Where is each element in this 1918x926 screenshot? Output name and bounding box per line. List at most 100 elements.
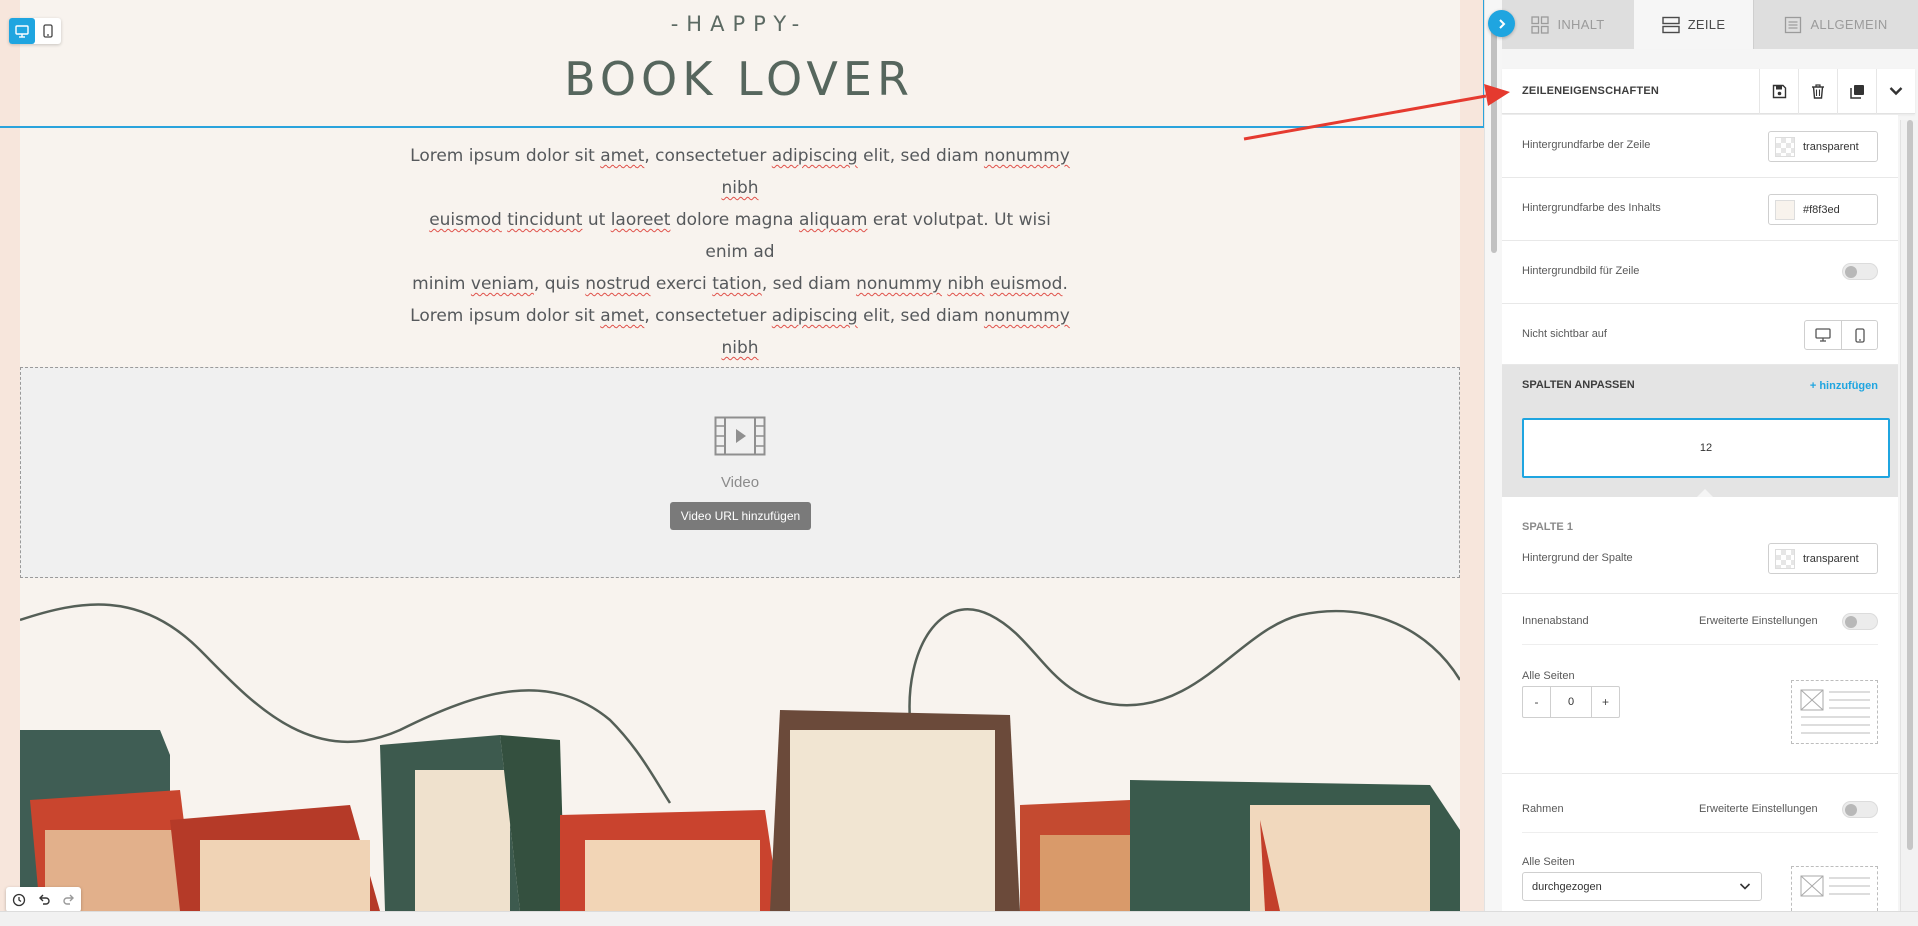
editor-canvas: -HAPPY- BOOK LOVER Lorem ipsum dolor sit… xyxy=(0,0,1484,911)
column-layout-box[interactable]: 12 xyxy=(1522,418,1890,478)
collapse-panel-button[interactable] xyxy=(1488,10,1515,37)
misspelled-word: nonummy xyxy=(856,274,942,294)
misspelled-word: tincidunt xyxy=(507,210,583,230)
content-bg-color-picker[interactable]: #f8f3ed xyxy=(1768,194,1878,225)
history-toolbar xyxy=(6,887,81,911)
video-label: Video xyxy=(720,474,760,491)
text-run: minim xyxy=(412,274,471,294)
tab-zeile[interactable]: ZEILE xyxy=(1634,0,1753,49)
duplicate-row-button[interactable] xyxy=(1837,68,1876,114)
text-run: ut xyxy=(582,210,611,230)
bottom-scrollbar[interactable] xyxy=(0,911,1918,926)
image-placeholder-icon xyxy=(1800,875,1870,897)
padding-increment-button[interactable]: + xyxy=(1592,687,1619,717)
border-style-value: durchgezogen xyxy=(1532,880,1602,893)
add-video-url-button[interactable]: Video URL hinzufügen xyxy=(670,502,811,530)
rows-icon xyxy=(1661,16,1680,33)
tab-allgemein-label: ALLGEMEIN xyxy=(1810,17,1888,32)
video-placeholder[interactable]: Video Video URL hinzufügen xyxy=(20,367,1460,578)
hidden-on-label: Nicht sichtbar auf xyxy=(1522,328,1607,340)
tab-inhalt[interactable]: INHALT xyxy=(1502,0,1634,49)
misspelled-word: adipiscing xyxy=(771,306,858,326)
undo-icon xyxy=(38,894,50,905)
misspelled-word: tation xyxy=(712,274,762,294)
misspelled-word: nibh xyxy=(721,178,759,198)
row-properties-title: ZEILENEIGENSCHAFTEN xyxy=(1522,85,1660,97)
mobile-view-button[interactable] xyxy=(35,18,61,44)
paragraph-line: Lorem ipsum dolor sit amet, consectetuer… xyxy=(410,140,1070,204)
hidden-on-toggle xyxy=(1804,320,1878,350)
hide-desktop-button[interactable] xyxy=(1805,321,1841,349)
history-button[interactable] xyxy=(6,887,31,911)
hide-mobile-button[interactable] xyxy=(1841,321,1877,349)
misspelled-word: nostrud xyxy=(585,274,651,294)
padding-value-input[interactable]: 0 xyxy=(1550,687,1592,717)
paragraph-line: Lorem ipsum dolor sit amet, consectetuer… xyxy=(410,300,1070,364)
save-icon xyxy=(1772,84,1786,98)
row-bg-color-picker[interactable]: transparent xyxy=(1768,131,1878,162)
paragraph-line: euismod tincidunt ut laoreet dolore magn… xyxy=(410,204,1070,268)
canvas-scrollbar[interactable] xyxy=(1484,0,1504,911)
color-chip xyxy=(1775,199,1795,220)
column1-bg-value: transparent xyxy=(1803,552,1859,565)
content-bg-color-label: Hintergrundfarbe des Inhalts xyxy=(1522,202,1661,214)
desktop-icon xyxy=(1815,328,1831,342)
redo-icon xyxy=(62,894,74,905)
misspelled-word: amet xyxy=(600,306,645,326)
padding-decrement-button[interactable]: - xyxy=(1523,687,1550,717)
column1-bg-label: Hintergrund der Spalte xyxy=(1522,552,1633,564)
misspelled-word: laoreet xyxy=(610,210,671,230)
image-placeholder-icon xyxy=(1800,689,1870,734)
row-bg-image-label: Hintergrundbild für Zeile xyxy=(1522,265,1640,277)
all-sides-label: Alle Seiten xyxy=(1522,670,1575,682)
panel-tabs: INHALT ZEILE ALLGEMEIN xyxy=(1502,0,1918,49)
padding-section: Innenabstand Erweiterte Einstellungen Al… xyxy=(1502,594,1898,774)
row-bg-color-value: transparent xyxy=(1803,140,1859,153)
text-run: . xyxy=(1062,274,1068,294)
chevron-down-icon xyxy=(1739,883,1751,890)
text-run: , consectetuer xyxy=(644,146,772,166)
text-run: , sed diam xyxy=(761,274,857,294)
columns-section: SPALTEN ANPASSEN + hinzufügen 12 xyxy=(1502,365,1898,498)
border-advanced-toggle[interactable] xyxy=(1842,801,1878,818)
header-title: BOOK LOVER xyxy=(564,52,914,106)
misspelled-word: euismod xyxy=(989,274,1063,294)
device-toggle xyxy=(9,18,61,44)
chevron-right-icon xyxy=(1498,18,1505,29)
row-bg-image-setting: Hintergrundbild für Zeile xyxy=(1502,241,1898,304)
row-bg-color-setting: Hintergrundfarbe der Zeile transparent xyxy=(1502,115,1898,178)
tab-allgemein[interactable]: ALLGEMEIN xyxy=(1753,0,1918,49)
padding-advanced-label: Erweiterte Einstellungen xyxy=(1699,615,1818,627)
padding-advanced-toggle[interactable] xyxy=(1842,613,1878,630)
border-section: Rahmen Erweiterte Einstellungen Alle Sei… xyxy=(1502,774,1898,911)
selected-row-header[interactable]: -HAPPY- BOOK LOVER xyxy=(0,0,1484,128)
misspelled-word: aliquam xyxy=(799,210,868,230)
column1-section: SPALTE 1 Hintergrund der Spalte transpar… xyxy=(1502,497,1898,594)
column1-bg-picker[interactable]: transparent xyxy=(1768,543,1878,574)
padding-stepper: - 0 + xyxy=(1522,686,1620,718)
misspelled-word: adipiscing xyxy=(771,146,858,166)
save-row-button[interactable] xyxy=(1759,68,1798,114)
redo-button[interactable] xyxy=(56,887,81,911)
header-kicker: -HAPPY- xyxy=(670,12,808,36)
border-label: Rahmen xyxy=(1522,803,1564,815)
color-chip xyxy=(1775,136,1795,157)
panel-scrollbar[interactable] xyxy=(1900,120,1918,911)
border-all-sides-label: Alle Seiten xyxy=(1522,856,1575,868)
border-style-select[interactable]: durchgezogen xyxy=(1522,872,1762,901)
undo-button[interactable] xyxy=(31,887,56,911)
delete-row-button[interactable] xyxy=(1798,68,1837,114)
collapse-properties-button[interactable] xyxy=(1876,68,1915,114)
hidden-on-setting: Nicht sichtbar auf xyxy=(1502,304,1898,365)
color-chip xyxy=(1775,548,1795,569)
misspelled-word: euismod xyxy=(429,210,502,230)
desktop-view-button[interactable] xyxy=(9,18,35,44)
add-column-button[interactable]: + hinzufügen xyxy=(1810,380,1878,392)
column1-title: SPALTE 1 xyxy=(1522,521,1573,533)
trash-icon xyxy=(1812,83,1824,99)
tab-zeile-label: ZEILE xyxy=(1687,17,1726,32)
text-run: , consectetuer xyxy=(644,306,772,326)
document-icon xyxy=(1785,16,1802,33)
row-bg-image-toggle[interactable] xyxy=(1842,263,1878,280)
history-icon xyxy=(12,893,25,906)
